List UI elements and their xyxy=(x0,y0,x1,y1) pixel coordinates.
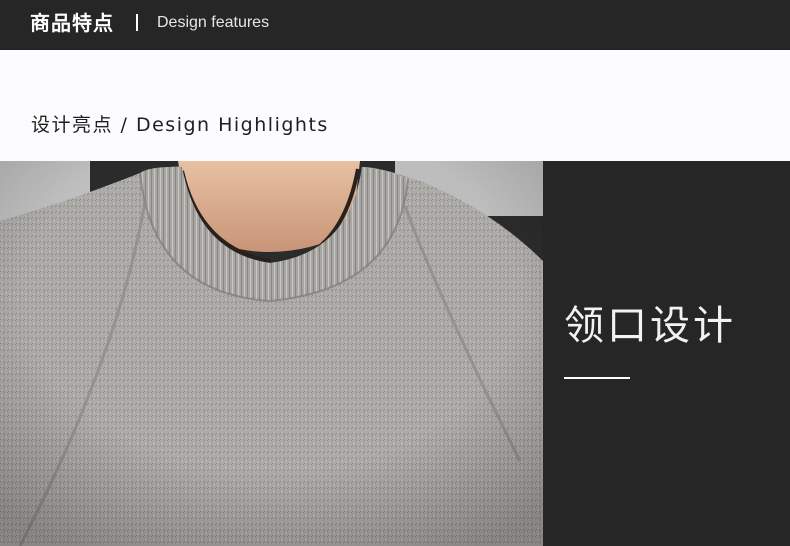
highlights-band: 设计亮点 / Design Highlights xyxy=(0,50,790,161)
section-header: 商品特点 Design features xyxy=(0,0,790,50)
feature-panel: 领口设计 xyxy=(543,161,790,546)
feature-title-underline xyxy=(564,377,630,379)
header-divider xyxy=(136,14,138,31)
feature-title: 领口设计 xyxy=(564,303,736,349)
highlights-title: 设计亮点 / Design Highlights xyxy=(31,114,329,136)
header-title-cn: 商品特点 xyxy=(30,11,114,35)
header-title-en: Design features xyxy=(157,14,270,31)
sweater-neckline-photo xyxy=(0,161,543,546)
